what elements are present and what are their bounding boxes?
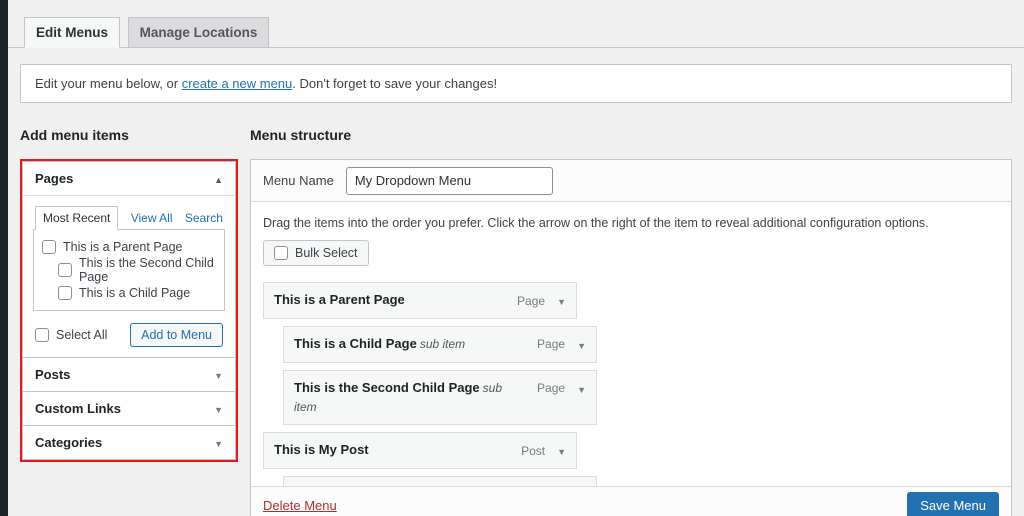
expand-arrow-icon[interactable] (557, 443, 566, 458)
menu-item-label: This is a Child Pagesub item (294, 335, 465, 354)
menu-item-controls: Page (537, 335, 586, 352)
drag-instructions: Drag the items into the order you prefer… (263, 216, 999, 230)
delete-menu-link[interactable]: Delete Menu (263, 498, 337, 513)
categories-accordion: Categories (22, 425, 236, 460)
notice-text-after: . Don't forget to save your changes! (292, 76, 497, 91)
select-all-control[interactable]: Select All (35, 328, 107, 342)
menu-item-controls: Page (537, 379, 586, 396)
create-new-menu-link[interactable]: create a new menu (182, 76, 293, 91)
checkbox[interactable] (274, 246, 288, 260)
checkbox[interactable] (58, 286, 72, 300)
menu-item-label: This is My Post (274, 441, 372, 460)
arrow-down-icon[interactable] (214, 435, 223, 450)
add-menu-items-heading: Add menu items (20, 127, 238, 143)
custom-links-accordion-header[interactable]: Custom Links (23, 392, 235, 425)
menu-item-controls: Post (521, 441, 566, 458)
edit-menu-notice: Edit your menu below, or create a new me… (20, 64, 1012, 103)
add-menu-items-column: Add menu items Pages Most Recent View Al… (20, 127, 238, 516)
page-check-label: This is a Child Page (79, 286, 190, 300)
page-check-item[interactable]: This is the Second Child Page (42, 256, 216, 284)
content-columns: Add menu items Pages Most Recent View Al… (8, 127, 1024, 516)
tab-manage-locations[interactable]: Manage Locations (128, 17, 270, 48)
subtab-view-all[interactable]: View All (131, 211, 173, 225)
arrow-down-icon[interactable] (214, 367, 223, 382)
posts-accordion-header[interactable]: Posts (23, 358, 235, 391)
pages-subtabs: Most Recent View All Search (33, 206, 225, 229)
menu-structure-column: Menu structure Menu Name Drag the items … (250, 127, 1012, 516)
expand-arrow-icon[interactable] (577, 337, 586, 352)
notice-text-before: Edit your menu below, or (35, 76, 182, 91)
pages-accordion-body: Most Recent View All Search This is a Pa… (23, 195, 235, 357)
categories-accordion-title: Categories (35, 435, 102, 450)
arrow-down-icon[interactable] (214, 401, 223, 416)
menu-item[interactable]: This is the Second Child Pagesub item Pa… (283, 370, 597, 426)
page-check-label: This is a Parent Page (63, 240, 183, 254)
page-check-item[interactable]: This is a Parent Page (42, 240, 216, 254)
posts-accordion-title: Posts (35, 367, 70, 382)
menu-name-row: Menu Name (251, 160, 1011, 202)
subtab-search[interactable]: Search (185, 211, 223, 225)
nav-tab-bar: Edit Menus Manage Locations (8, 0, 1024, 48)
menu-structure-footer: Delete Menu Save Menu (251, 486, 1011, 516)
admin-sidebar-edge (0, 0, 8, 516)
page-check-label: This is the Second Child Page (79, 256, 216, 284)
menu-item-label: This is a Parent Page (274, 291, 408, 310)
custom-links-accordion: Custom Links (22, 391, 236, 426)
menu-item[interactable]: This is a Child Pagesub item Page (283, 326, 597, 363)
edit-menus-page: Edit Menus Manage Locations Edit your me… (8, 0, 1024, 516)
subtab-most-recent[interactable]: Most Recent (35, 206, 118, 230)
expand-arrow-icon[interactable] (577, 381, 586, 396)
annotation-highlight-box: Pages Most Recent View All Search Th (20, 159, 238, 462)
arrow-up-icon[interactable] (214, 171, 223, 186)
menu-structure-heading: Menu structure (250, 127, 1012, 143)
add-to-menu-button[interactable]: Add to Menu (130, 323, 223, 347)
custom-links-accordion-title: Custom Links (35, 401, 121, 416)
pages-accordion: Pages Most Recent View All Search Th (22, 161, 236, 358)
menu-structure-panel: Menu Name Drag the items into the order … (250, 159, 1012, 516)
menu-item-controls: Page (517, 291, 566, 308)
menu-item[interactable]: This is a Parent Page Page (263, 282, 577, 319)
menu-item-type: Page (537, 337, 565, 351)
bulk-select-button[interactable]: Bulk Select (263, 240, 369, 266)
save-menu-button[interactable]: Save Menu (907, 492, 999, 516)
menu-item-type: Page (537, 381, 565, 395)
checkbox[interactable] (42, 240, 56, 254)
menu-items-list: This is a Parent Page Page This is a Chi… (263, 282, 999, 516)
checkbox[interactable] (35, 328, 49, 342)
menu-item-type: Post (521, 444, 545, 458)
pages-footer: Select All Add to Menu (33, 323, 225, 347)
menu-item-label: This is the Second Child Pagesub item (294, 379, 516, 417)
posts-accordion: Posts (22, 357, 236, 392)
checkbox[interactable] (58, 263, 72, 277)
pages-accordion-header[interactable]: Pages (23, 162, 235, 195)
bulk-select-label: Bulk Select (295, 246, 358, 260)
categories-accordion-header[interactable]: Categories (23, 426, 235, 459)
menu-structure-body: Drag the items into the order you prefer… (251, 202, 1011, 516)
menu-item-type: Page (517, 294, 545, 308)
expand-arrow-icon[interactable] (557, 293, 566, 308)
pages-accordion-title: Pages (35, 171, 73, 186)
menu-item[interactable]: This is My Post Post (263, 432, 577, 469)
menu-name-input[interactable] (346, 167, 553, 195)
menu-name-label: Menu Name (263, 173, 334, 188)
tab-edit-menus[interactable]: Edit Menus (24, 17, 120, 48)
page-check-item[interactable]: This is a Child Page (42, 286, 216, 300)
pages-checklist: This is a Parent Page This is the Second… (33, 229, 225, 311)
select-all-label: Select All (56, 328, 107, 342)
